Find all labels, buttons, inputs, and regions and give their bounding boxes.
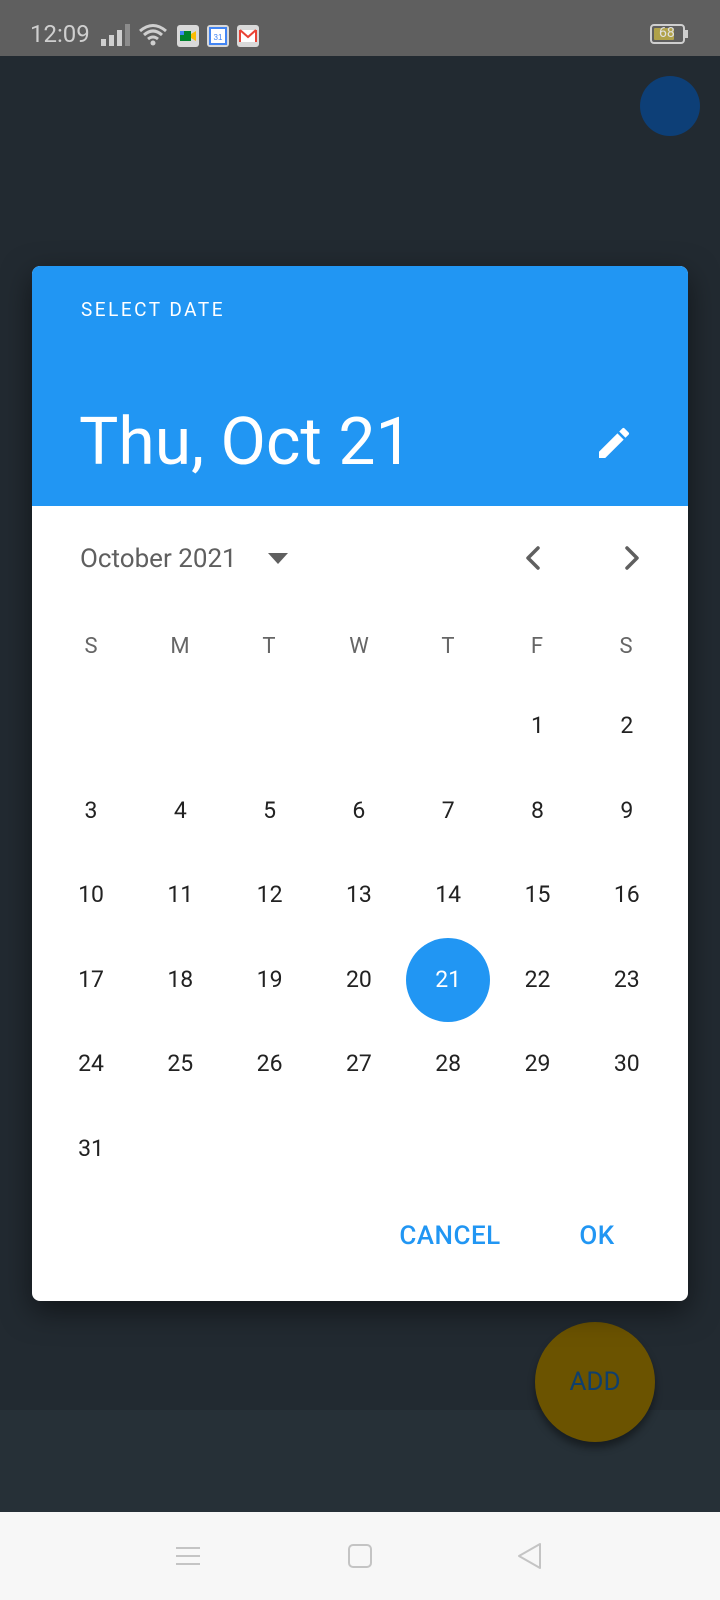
calendar-day[interactable]: 6 (317, 769, 401, 853)
home-icon[interactable] (344, 1540, 376, 1572)
calendar-day[interactable]: 1 (496, 684, 580, 768)
weekday-label: S (84, 634, 98, 659)
svg-text:31: 31 (214, 33, 223, 42)
header-label: SELECT DATE (81, 298, 225, 321)
status-bar: 12:09 31 68 (0, 0, 720, 56)
calendar-day[interactable]: 11 (138, 853, 222, 937)
calendar-day[interactable]: 14 (406, 853, 490, 937)
dialog-header: SELECT DATE Thu, Oct 21 (32, 266, 688, 506)
calendar-day[interactable]: 30 (585, 1022, 669, 1106)
calendar-day[interactable]: 25 (138, 1022, 222, 1106)
month-navigation: October 2021 (32, 506, 688, 610)
gmail-icon (237, 25, 259, 47)
calendar-icon: 31 (207, 25, 229, 47)
signal-icon (101, 24, 130, 46)
calendar-day[interactable]: 31 (49, 1107, 133, 1191)
calendar-day[interactable]: 7 (406, 769, 490, 853)
battery-level: 68 (659, 25, 675, 41)
calendar-day[interactable]: 24 (49, 1022, 133, 1106)
selected-day[interactable]: 21 (406, 937, 491, 1022)
calendar-day[interactable]: 18 (138, 938, 222, 1022)
chevron-down-icon[interactable] (266, 552, 290, 566)
calendar-day[interactable]: 20 (317, 938, 401, 1022)
calendar-day[interactable]: 22 (496, 938, 580, 1022)
weekday-label: T (441, 634, 455, 659)
dialog-actions: CANCEL OK (32, 1206, 688, 1278)
weekday-label: M (170, 634, 190, 659)
calendar-day[interactable]: 16 (585, 853, 669, 937)
system-nav-bar (0, 1512, 720, 1600)
weekday-header: S M T W T F S (46, 634, 672, 674)
selected-date-display: Thu, Oct 21 (79, 404, 413, 481)
calendar-day[interactable]: 9 (585, 769, 669, 853)
add-fab-button[interactable]: ADD (535, 1322, 655, 1442)
next-month-icon[interactable] (609, 536, 653, 580)
weekday-label: T (262, 634, 276, 659)
calendar-day[interactable]: 3 (49, 769, 133, 853)
calendar-day[interactable]: 29 (496, 1022, 580, 1106)
previous-month-icon[interactable] (512, 536, 556, 580)
ok-button[interactable]: OK (562, 1206, 632, 1266)
cancel-button[interactable]: CANCEL (390, 1206, 510, 1266)
calendar-day[interactable]: 2 (585, 684, 669, 768)
month-year-selector[interactable]: October 2021 (80, 544, 237, 574)
calendar-day[interactable]: 17 (49, 938, 133, 1022)
calendar-day[interactable]: 10 (49, 853, 133, 937)
back-icon[interactable] (514, 1540, 546, 1572)
calendar-day[interactable]: 28 (406, 1022, 490, 1106)
avatar[interactable] (640, 76, 700, 136)
status-time: 12:09 (30, 20, 90, 48)
calendar-day[interactable]: 4 (138, 769, 222, 853)
weekday-label: W (349, 634, 369, 659)
battery-icon: 68 (650, 24, 688, 44)
wifi-icon (139, 24, 167, 46)
menu-icon[interactable] (172, 1540, 204, 1572)
calendar-day[interactable]: 26 (228, 1022, 312, 1106)
weekday-label: F (530, 634, 544, 659)
weekday-label: S (619, 634, 633, 659)
date-picker-dialog: SELECT DATE Thu, Oct 21 October 2021 S M… (32, 266, 688, 1301)
calendar-day[interactable]: 19 (228, 938, 312, 1022)
meet-icon (177, 25, 199, 47)
calendar-day[interactable]: 12 (228, 853, 312, 937)
calendar-day[interactable]: 13 (317, 853, 401, 937)
calendar-day[interactable]: 5 (228, 769, 312, 853)
calendar-day[interactable]: 27 (317, 1022, 401, 1106)
calendar-day[interactable]: 15 (496, 853, 580, 937)
calendar-day[interactable]: 8 (496, 769, 580, 853)
edit-pencil-icon[interactable] (594, 423, 634, 463)
calendar-day[interactable]: 23 (585, 938, 669, 1022)
